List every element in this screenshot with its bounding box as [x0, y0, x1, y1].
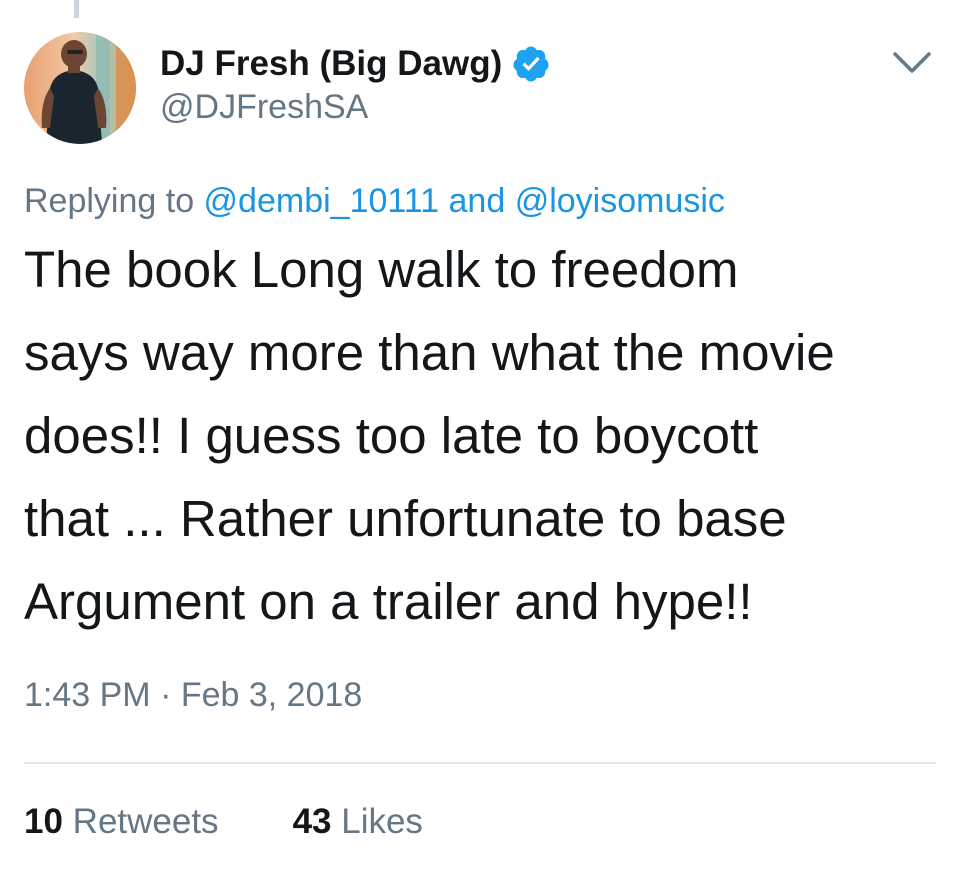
tweet-timestamp[interactable]: 1:43 PM · Feb 3, 2018	[24, 676, 362, 715]
thread-connector-line	[74, 0, 79, 18]
author-name-row[interactable]: DJ Fresh (Big Dawg)	[160, 42, 551, 86]
author-display-name[interactable]: DJ Fresh (Big Dawg)	[160, 44, 502, 84]
likes-stat[interactable]: 43 Likes	[293, 802, 423, 842]
tweet-text-line: The book Long walk to freedom	[24, 241, 739, 298]
likes-count: 43	[292, 802, 332, 841]
retweets-count: 10	[24, 802, 63, 841]
chevron-down-icon[interactable]	[892, 50, 932, 76]
likes-label: Likes	[331, 802, 423, 841]
mention-link-dembi[interactable]: @dembi_10111	[204, 182, 440, 220]
mention-link-loyisomusic[interactable]: @loyisomusic	[515, 182, 725, 220]
divider	[24, 762, 936, 764]
avatar[interactable]	[24, 32, 136, 144]
tweet-text-line: Argument on a trailer and hype!!	[24, 573, 753, 630]
replying-to-line: Replying to @dembi_10111 and @loyisomusi…	[24, 182, 725, 221]
retweets-stat[interactable]: 10 Retweets	[24, 802, 219, 842]
replying-to-prefix: Replying to	[24, 182, 204, 220]
tweet-text-line: that ... Rather unfortunate to base	[24, 490, 787, 547]
tweet-text-line: does!! I guess too late to boycott	[24, 407, 759, 464]
engagement-stats: 10 Retweets 43 Likes	[24, 802, 423, 842]
avatar-image	[24, 32, 136, 144]
verified-badge-icon	[513, 46, 549, 82]
retweets-label: Retweets	[62, 802, 219, 841]
tweet-text-line: says way more than what the movie	[24, 324, 835, 381]
mention-joiner[interactable]: and	[439, 182, 515, 220]
tweet-body: The book Long walk to freedom says way m…	[24, 228, 939, 643]
author-handle[interactable]: @DJFreshSA	[160, 88, 368, 127]
